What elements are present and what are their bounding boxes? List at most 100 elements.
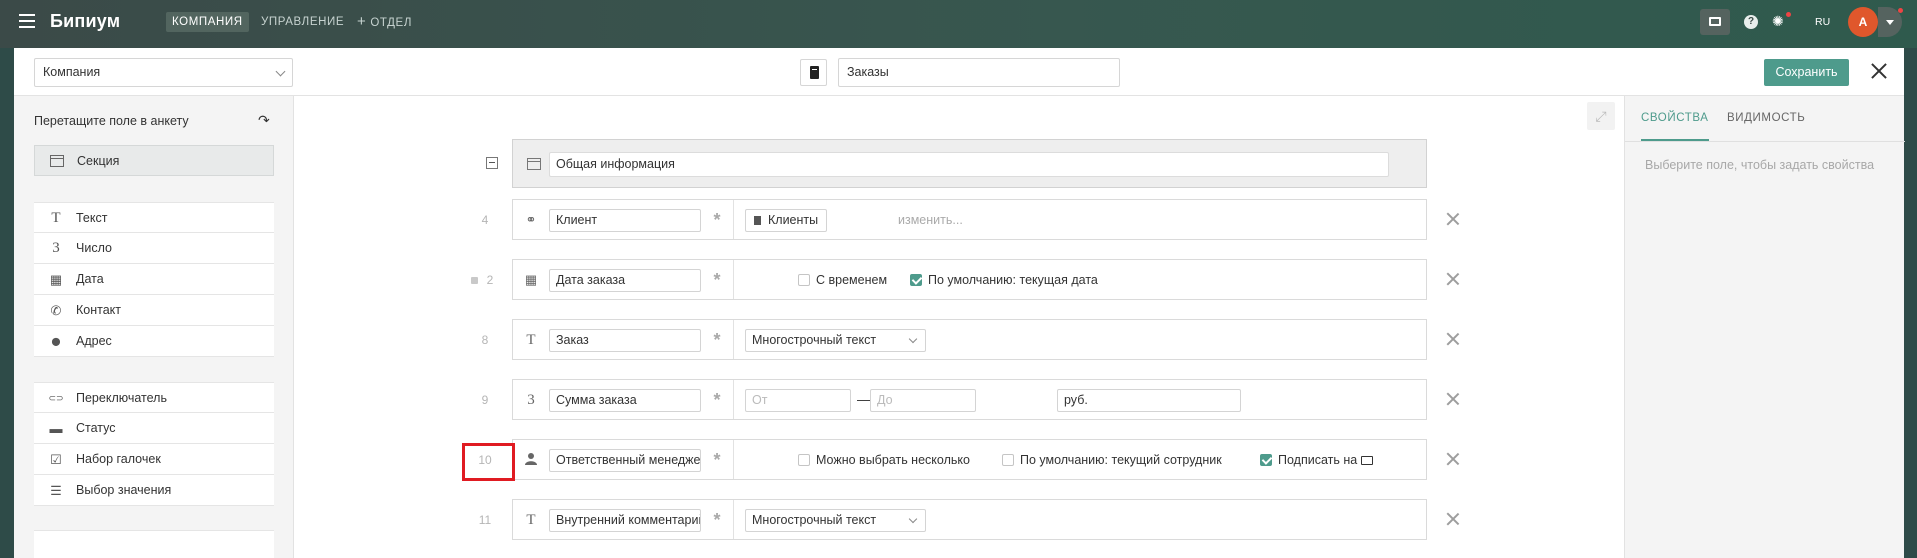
form-section-row[interactable]: Общая информация [512, 139, 1427, 188]
delete-field-icon[interactable] [1446, 212, 1460, 226]
divider [733, 260, 734, 299]
section-icon [527, 158, 541, 170]
delete-field-icon[interactable] [1446, 272, 1460, 286]
palette-item-address[interactable]: ⬤ Адрес [34, 326, 274, 357]
subscribe-checkbox[interactable]: Подписать на [1260, 440, 1374, 481]
chevron-down-icon [908, 514, 918, 524]
palette-item-label: Переключатель [76, 391, 167, 405]
toggle-icon: ⊂⊃ [48, 393, 64, 403]
required-asterisk-icon[interactable]: * [708, 451, 726, 469]
checkbox[interactable] [798, 454, 810, 466]
field-row-manager[interactable]: 10 Ответственный менеджер * Можно выбрат… [478, 439, 1427, 481]
min-value-input[interactable]: От [745, 389, 851, 412]
field-name-input[interactable]: Заказ [549, 329, 701, 352]
nav-company[interactable]: Компания [166, 12, 249, 32]
palette-item-checkbox-set[interactable]: ☑ Набор галочек [34, 444, 274, 475]
field-name-input[interactable]: Ответственный менеджер [549, 449, 701, 472]
nav-management[interactable]: Управление [261, 12, 344, 32]
palette-item-label: Статус [76, 421, 116, 435]
help-icon[interactable]: ? [1744, 15, 1758, 29]
field-number-value: 2 [486, 273, 494, 287]
app-logo[interactable]: Бипиум [50, 11, 120, 32]
field-row-order-sum[interactable]: 9 3 Сумма заказа * От — До руб. [482, 379, 1427, 420]
field-name-input[interactable]: Клиент [549, 209, 701, 232]
palette-item-number[interactable]: 3 Число [34, 233, 274, 264]
field-row-internal-comment[interactable]: 11 T Внутренний комментарий * Многостроч… [479, 499, 1427, 540]
checkbox-checked[interactable] [910, 274, 922, 286]
text-type-select[interactable]: Многострочный текст [745, 329, 926, 352]
divider [733, 200, 734, 239]
multiple-select-checkbox[interactable]: Можно выбрать несколько [798, 440, 970, 481]
delete-field-icon[interactable] [1446, 392, 1460, 406]
chevron-down-icon [908, 334, 918, 344]
with-time-checkbox[interactable]: С временем [798, 260, 887, 301]
palette-item-status[interactable]: ▬ Статус [34, 413, 274, 444]
linked-catalog-chip[interactable]: Клиенты [745, 209, 828, 232]
required-asterisk-icon[interactable]: * [708, 271, 726, 289]
checkbox[interactable] [798, 274, 810, 286]
field-palette: Перетащите поле в анкету ↷ Секция T Текс… [14, 96, 294, 558]
chat-button[interactable] [1700, 9, 1730, 35]
field-row-order-date[interactable]: 2 ▦ Дата заказа * С временем По умолчани… [471, 259, 1427, 301]
lightbulb-icon[interactable]: ✺ [1772, 13, 1786, 31]
default-current-date-checkbox[interactable]: По умолчанию: текущая дата [910, 260, 1098, 301]
book-icon [754, 216, 761, 225]
divider [733, 500, 734, 539]
palette-item-date[interactable]: ▦ Дата [34, 264, 274, 295]
field-number: 9 [481, 393, 489, 407]
select-value: Многострочный текст [752, 333, 877, 347]
tab-visibility[interactable]: Видимость [1727, 96, 1805, 141]
field-name-input[interactable]: Внутренний комментарий [549, 509, 701, 532]
delete-field-icon[interactable] [1446, 512, 1460, 526]
palette-item-label: Текст [76, 211, 108, 225]
range-dash: — [857, 391, 871, 407]
palette-item-partial[interactable] [34, 530, 274, 558]
field-name-input[interactable]: Дата заказа [549, 269, 701, 292]
checkbox-checked[interactable] [1260, 454, 1272, 466]
palette-item-contact[interactable]: ✆ Контакт [34, 295, 274, 326]
change-link[interactable]: изменить... [898, 200, 963, 241]
field-row-order[interactable]: 8 T Заказ * Многострочный текст [482, 319, 1427, 360]
palette-item-text[interactable]: T Текст [34, 202, 274, 233]
required-asterisk-icon[interactable]: * [708, 331, 726, 349]
list-icon: ☰ [50, 483, 62, 498]
field-name-input[interactable]: Сумма заказа [549, 389, 701, 412]
chat-icon [1361, 456, 1374, 465]
save-button[interactable]: Сохранить [1764, 59, 1849, 86]
catalog-icon-button[interactable] [800, 59, 827, 86]
field-row-client[interactable]: 4 ⚭ Клиент * Клиенты изменить... [482, 199, 1427, 241]
delete-field-icon[interactable] [1446, 332, 1460, 346]
company-select[interactable]: Компания [34, 58, 293, 87]
link-icon: ⚭ [525, 212, 537, 227]
palette-item-section[interactable]: Секция [34, 145, 274, 176]
palette-item-label: Число [76, 241, 112, 255]
collapse-section-icon[interactable] [486, 157, 498, 169]
status-icon: ▬ [49, 421, 63, 436]
unit-input[interactable]: руб. [1057, 389, 1241, 412]
field-number: 2 [465, 260, 505, 301]
palette-item-toggle[interactable]: ⊂⊃ Переключатель [34, 382, 274, 413]
required-asterisk-icon[interactable]: * [708, 211, 726, 229]
text-type-select[interactable]: Многострочный текст [745, 509, 926, 532]
field-number: 8 [481, 333, 489, 347]
hamburger-menu-icon[interactable] [19, 14, 35, 28]
catalog-title-input[interactable]: Заказы [838, 58, 1120, 87]
nav-department[interactable]: + Отдел [357, 12, 412, 32]
form-editor-modal: Компания Заказы Сохранить Перетащите пол… [14, 48, 1905, 558]
max-value-input[interactable]: До [870, 389, 976, 412]
expand-icon[interactable]: ⤢ [1587, 102, 1615, 130]
section-title-input[interactable]: Общая информация [549, 152, 1389, 177]
default-current-user-checkbox[interactable]: По умолчанию: текущий сотрудник [1002, 440, 1222, 481]
delete-field-icon[interactable] [1446, 452, 1460, 466]
undo-icon[interactable]: ↷ [258, 112, 270, 129]
tab-properties[interactable]: Свойства [1641, 96, 1709, 141]
field-number: 4 [481, 213, 489, 227]
language-switch[interactable]: RU [1815, 16, 1830, 28]
close-icon[interactable] [1869, 61, 1889, 81]
required-asterisk-icon[interactable]: * [708, 511, 726, 529]
avatar[interactable]: А [1848, 7, 1878, 37]
checkbox[interactable] [1002, 454, 1014, 466]
palette-item-select[interactable]: ☰ Выбор значения [34, 475, 274, 506]
required-asterisk-icon[interactable]: * [708, 391, 726, 409]
checkbox-label: По умолчанию: текущая дата [928, 273, 1098, 287]
